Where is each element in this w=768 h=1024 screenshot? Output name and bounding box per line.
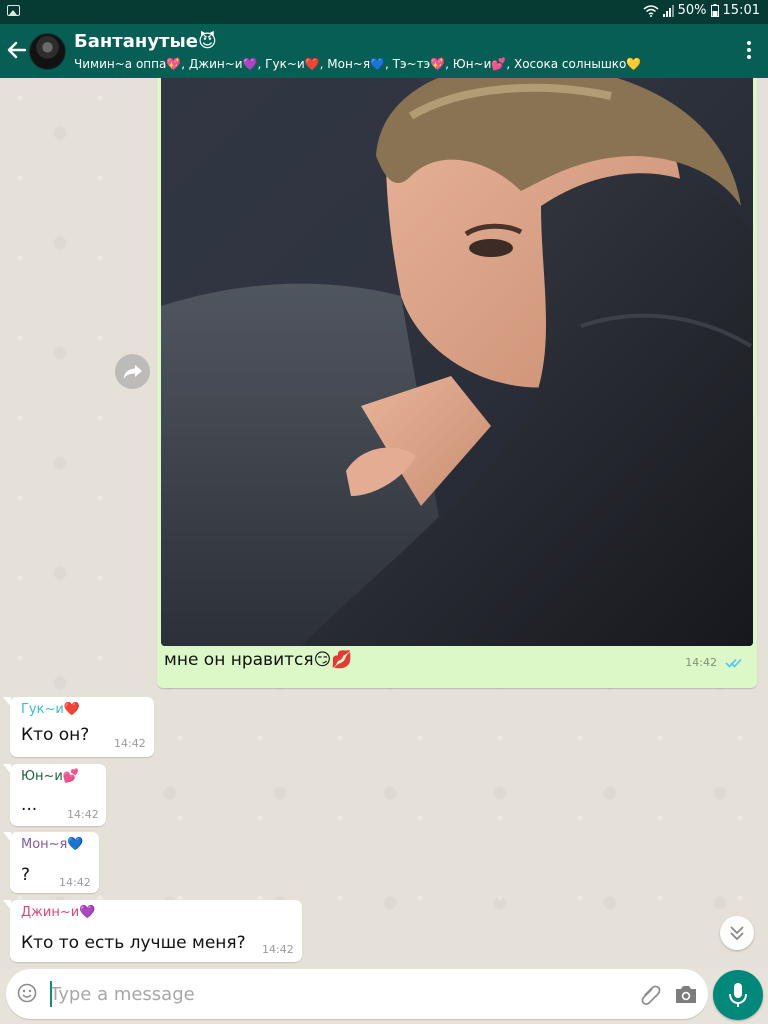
forward-button[interactable] (115, 354, 150, 389)
status-bar: 50% 15:01 (0, 0, 768, 24)
mic-icon (729, 983, 747, 1007)
message-text: ... (21, 795, 38, 815)
message-time: 14:42 (685, 656, 717, 669)
battery-percent: 50% (677, 3, 707, 18)
chat-header: Бантанутые😈 Чимин~а оппа💖, Джин~и💜, Гук~… (0, 24, 768, 78)
mic-button[interactable] (713, 970, 763, 1020)
message-time: 14:42 (67, 808, 99, 821)
sender-name: Мон~я💙 (21, 837, 84, 852)
battery-icon (710, 4, 719, 17)
wifi-icon (643, 4, 659, 17)
chat-area: мне он нравится😏💋 14:42 Гук~и❤️ Кто он? … (0, 78, 768, 968)
emoji-icon[interactable] (17, 983, 37, 1003)
chat-members[interactable]: Чимин~а оппа💖, Джин~и💜, Гук~и❤️, Мон~я💙,… (74, 57, 714, 71)
incoming-message[interactable]: Мон~я💙 ? 14:42 (3, 832, 99, 893)
incoming-message[interactable]: Гук~и❤️ Кто он? 14:42 (3, 697, 154, 757)
sender-name: Гук~и❤️ (21, 702, 81, 717)
message-time: 14:42 (262, 943, 294, 956)
signal-icon (662, 4, 674, 17)
chat-title[interactable]: Бантанутые😈 (74, 31, 217, 52)
message-text: Кто то есть лучше меня? (21, 933, 246, 953)
menu-dots-icon[interactable] (746, 41, 752, 63)
message-text: ? (21, 865, 31, 885)
sender-name: Юн~и💕 (21, 769, 80, 784)
camera-icon[interactable] (674, 983, 698, 1005)
attach-icon[interactable] (638, 982, 662, 1006)
incoming-message[interactable]: Юн~и💕 ... 14:42 (3, 764, 106, 826)
photo-image (161, 78, 753, 646)
message-input[interactable] (46, 978, 630, 1010)
text-caret (50, 981, 52, 1007)
gallery-icon (7, 5, 20, 16)
double-check-icon (725, 658, 742, 668)
scroll-down-button[interactable] (720, 916, 754, 950)
forward-icon (123, 365, 142, 379)
message-text: Кто он? (21, 725, 90, 745)
group-avatar[interactable] (29, 33, 66, 70)
clock: 15:01 (722, 3, 760, 18)
outgoing-image-message[interactable]: мне он нравится😏💋 14:42 (157, 78, 757, 688)
incoming-message[interactable]: Джин~и💜 Кто то есть лучше меня? 14:42 (3, 900, 302, 962)
chevron-down-icon (730, 926, 744, 941)
message-composer (6, 969, 708, 1019)
back-arrow-icon[interactable] (6, 38, 28, 62)
message-time: 14:42 (59, 876, 91, 889)
sender-name: Джин~и💜 (21, 905, 96, 920)
status-bar-right: 50% 15:01 (643, 3, 760, 18)
outgoing-caption: мне он нравится😏💋 (164, 650, 353, 670)
shared-photo[interactable] (161, 78, 753, 646)
message-time: 14:42 (114, 737, 146, 750)
